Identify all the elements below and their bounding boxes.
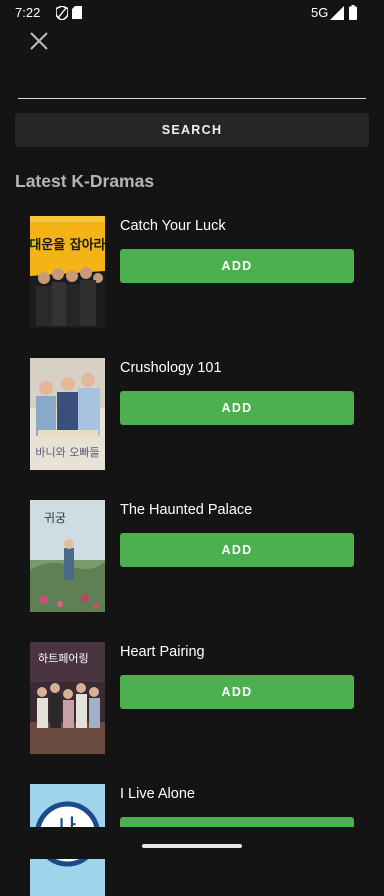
search-button[interactable]: SEARCH (15, 113, 369, 147)
drama-title: Catch Your Luck (120, 218, 226, 234)
status-time: 7:22 (15, 5, 41, 20)
close-icon (30, 32, 48, 50)
drama-poster[interactable]: 하트페어링 (30, 642, 105, 754)
drama-title: The Haunted Palace (120, 502, 253, 518)
drama-poster[interactable]: 대운을 잡아라 (30, 216, 105, 328)
drama-poster[interactable]: 바니와 오빠들 (30, 358, 105, 470)
poster-title-text: 바니와 오빠들 (35, 446, 99, 459)
section-title: Latest K-Dramas (15, 171, 155, 191)
battery-icon (349, 5, 357, 20)
poster-title-text: 귀궁 (44, 511, 66, 525)
search-input[interactable] (18, 64, 366, 99)
poster-title-text: 하트페어링 (38, 651, 89, 665)
close-button[interactable] (26, 28, 52, 54)
list-item-heart-pairing: 하트페어링 Heart Pairing ADD (0, 642, 384, 754)
network-type: 5G (311, 5, 329, 20)
navigation-bar (0, 827, 384, 859)
add-button[interactable]: ADD (120, 533, 354, 567)
poster-title-text: 대운을 잡아라 (30, 237, 105, 253)
shield-icon (56, 6, 68, 20)
sd-card-icon (72, 6, 82, 19)
add-button[interactable]: ADD (120, 391, 354, 425)
status-bar: 7:22 5G (0, 0, 384, 28)
drama-title: I Live Alone (120, 786, 195, 802)
add-button[interactable]: ADD (120, 675, 354, 709)
add-button[interactable]: ADD (120, 249, 354, 283)
home-indicator[interactable] (142, 844, 242, 848)
signal-icon (330, 6, 344, 20)
list-item-crushology-101: 바니와 오빠들 Crushology 101 ADD (0, 358, 384, 470)
list-item-catch-your-luck: 대운을 잡아라 Catch Your Luck ADD (0, 216, 384, 328)
drama-title: Crushology 101 (120, 360, 222, 376)
drama-title: Heart Pairing (120, 644, 205, 660)
drama-poster[interactable]: 귀궁 (30, 500, 105, 612)
list-item-the-haunted-palace: 귀궁 The Haunted Palace ADD (0, 500, 384, 612)
